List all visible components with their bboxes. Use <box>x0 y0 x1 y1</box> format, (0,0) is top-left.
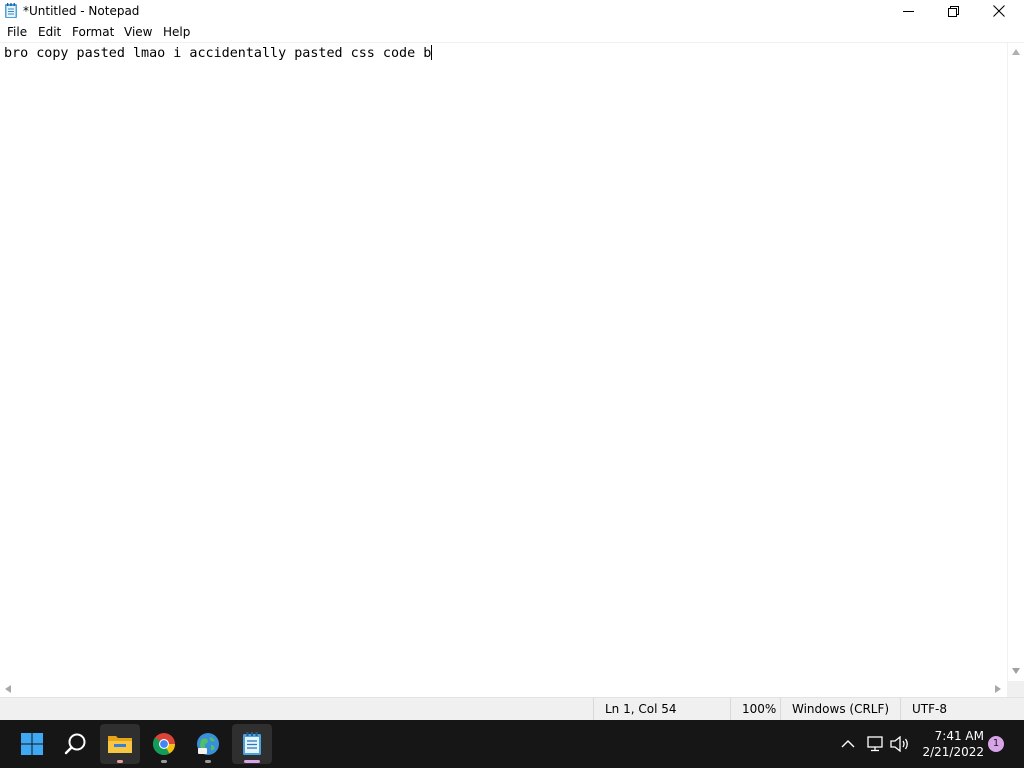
vertical-scrollbar[interactable] <box>1007 43 1024 681</box>
status-line-ending: Windows (CRLF) <box>780 698 900 720</box>
active-indicator <box>244 760 260 763</box>
text-caret <box>431 45 433 60</box>
network-icon <box>867 736 883 752</box>
search-button[interactable] <box>56 724 96 764</box>
running-indicator <box>205 760 211 763</box>
scroll-up-arrow-icon[interactable] <box>1012 48 1020 56</box>
close-icon <box>993 5 1005 17</box>
system-clock[interactable]: 7:41 AM 2/21/2022 <box>918 728 984 760</box>
title-bar[interactable]: *Untitled - Notepad <box>0 0 1024 22</box>
minimize-button[interactable] <box>885 0 931 22</box>
taskbar: 7:41 AM 2/21/2022 <box>0 720 1024 768</box>
volume-button[interactable] <box>890 734 910 754</box>
clock-date: 2/21/2022 <box>922 745 984 759</box>
notification-badge[interactable]: 1 <box>988 736 1004 752</box>
scroll-right-arrow-icon[interactable] <box>994 685 1002 693</box>
scroll-down-arrow-icon[interactable] <box>1012 667 1020 675</box>
scrollbar-corner <box>1007 681 1024 697</box>
menu-edit[interactable]: Edit <box>38 25 61 39</box>
chevron-up-icon <box>841 740 855 748</box>
restore-icon <box>947 5 959 17</box>
menu-file[interactable]: File <box>7 25 27 39</box>
menu-bar: File Edit Format View Help <box>0 22 1024 43</box>
start-button[interactable] <box>12 724 52 764</box>
status-encoding: UTF-8 <box>900 698 1024 720</box>
taskbar-file-explorer[interactable] <box>100 724 140 764</box>
running-indicator <box>161 760 167 763</box>
horizontal-scrollbar[interactable] <box>0 681 1007 697</box>
file-explorer-icon <box>108 736 132 753</box>
notepad-icon <box>243 732 261 755</box>
taskbar-globe-app[interactable] <box>188 724 228 764</box>
volume-icon <box>890 736 908 752</box>
clock-time: 7:41 AM <box>934 729 984 743</box>
search-icon <box>64 733 86 755</box>
taskbar-notepad[interactable] <box>232 724 272 764</box>
network-button[interactable] <box>865 734 885 754</box>
menu-help[interactable]: Help <box>163 25 190 39</box>
status-bar: Ln 1, Col 54 100% Windows (CRLF) UTF-8 <box>0 697 1024 720</box>
editor-content[interactable]: bro copy pasted lmao i accidentally past… <box>4 45 433 62</box>
window-title: *Untitled - Notepad <box>23 4 140 18</box>
menu-format[interactable]: Format <box>72 25 114 39</box>
menu-view[interactable]: View <box>124 25 152 39</box>
taskbar-chrome[interactable] <box>144 724 184 764</box>
text-editor[interactable]: bro copy pasted lmao i accidentally past… <box>0 43 1007 681</box>
notepad-icon <box>5 3 17 18</box>
start-icon <box>21 733 43 755</box>
globe-app-icon <box>197 733 219 755</box>
editor-text: bro copy pasted lmao i accidentally past… <box>4 46 432 61</box>
close-button[interactable] <box>976 0 1022 22</box>
minimize-icon <box>902 10 914 12</box>
status-zoom: 100% <box>730 698 780 720</box>
maximize-button[interactable] <box>930 0 976 22</box>
scroll-left-arrow-icon[interactable] <box>4 685 12 693</box>
show-hidden-icons-button[interactable] <box>838 734 858 754</box>
chrome-icon <box>152 733 175 755</box>
running-indicator <box>117 760 123 763</box>
status-cursor-position: Ln 1, Col 54 <box>593 698 730 720</box>
